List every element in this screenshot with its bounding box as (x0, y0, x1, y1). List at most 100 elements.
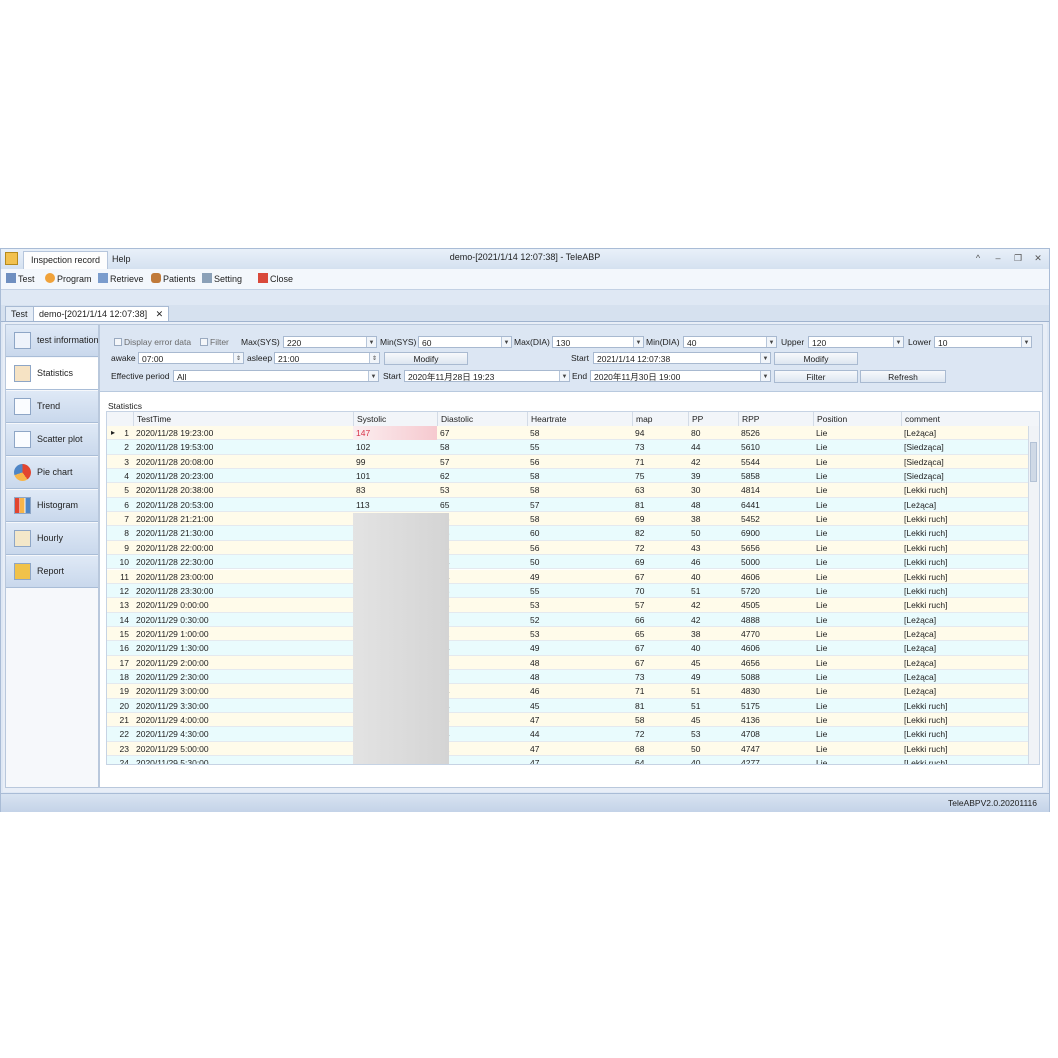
table-row[interactable]: 82020/11/28 21:30:00115656082506900Lie[L… (107, 526, 1039, 541)
table-row[interactable]: 1 2020/11/28 19:23:00 147 67 58 94 80 8526 Lie [L… (107, 426, 1039, 441)
restore-icon[interactable]: ❐ (1011, 252, 1025, 265)
cell-position: Lie (816, 442, 828, 453)
cell-heartrate: 48 (530, 671, 540, 682)
period-end-select[interactable]: 2020年11月30日 19:00 ▼ (590, 370, 771, 382)
start-datetime-select[interactable]: 2021/1/14 12:07:38 ▼ (593, 352, 771, 364)
nav-pie-chart[interactable]: Pie chart (6, 457, 98, 489)
col-comment[interactable]: comment (901, 412, 1031, 426)
table-row[interactable]: 202020/11/29 3:30:00115644581515175Lie[L… (107, 698, 1039, 713)
app-logo-icon[interactable] (5, 252, 18, 265)
cell-pp: 39 (691, 471, 701, 482)
period-start-select[interactable]: 2020年11月28日 19:23 ▼ (404, 370, 570, 382)
table-row[interactable]: 162020/11/29 1:30:0094544967404606Lie[Le… (107, 641, 1039, 656)
table-row[interactable]: 3 2020/11/28 20:08:00 99 57 56 71 42 5544 Lie [Si… (107, 454, 1039, 470)
table-row[interactable]: 212020/11/29 4:00:0088434758454136Lie[Le… (107, 713, 1039, 728)
table-row[interactable]: 242020/11/29 5:30:0091514764404277Lie[Le… (107, 756, 1039, 765)
chevron-down-icon: ▼ (366, 337, 376, 347)
table-row[interactable]: 5 2020/11/28 20:38:00 83 53 58 63 30 4814 Lie [Le… (107, 483, 1039, 498)
cell-testtime: 2020/11/28 21:21:00 (136, 514, 214, 525)
status-bar: TeleABPV2.0.20201116 (1, 793, 1049, 812)
cell-pp: 50 (691, 743, 701, 754)
retrieve-button[interactable]: Retrieve (98, 272, 144, 286)
setting-button[interactable]: Setting (202, 272, 242, 286)
program-button[interactable]: Program (45, 272, 92, 286)
cell-position: Lie (816, 700, 828, 711)
menu-inspection-record[interactable]: Inspection record (23, 251, 109, 269)
table-row[interactable]: 192020/11/29 3:00:00105544671514830Lie[L… (107, 684, 1039, 699)
cell-diastolic: 64 (437, 699, 527, 713)
nav-histogram[interactable]: Histogram (6, 490, 98, 522)
table-row[interactable]: 122020/11/28 23:30:00104535570515720Lie[… (107, 583, 1039, 599)
cell-comment: [Lekki ruch] (904, 758, 948, 765)
cell-map: 58 (635, 715, 645, 725)
table-row[interactable]: 2 2020/11/28 19:53:00 102 58 55 73 44 5610 Lie [S… (107, 440, 1039, 455)
min-sys-select[interactable]: 60 ▼ (418, 336, 512, 348)
menu-help[interactable]: Help (105, 251, 138, 268)
table-row[interactable]: 72020/11/28 21:21:0094565869385452Lie[Le… (107, 512, 1039, 527)
col-map[interactable]: map (632, 412, 688, 426)
ribbon-collapse-icon[interactable]: ^ (971, 252, 985, 265)
modify-start-button[interactable]: Modify (774, 352, 858, 365)
cell-rpp: 5544 (741, 456, 760, 467)
table-row[interactable]: 6 2020/11/28 20:53:00 113 65 57 81 48 6441 Lie [L… (107, 497, 1039, 513)
cell-position: Lie (816, 643, 828, 654)
max-sys-select[interactable]: 220 ▼ (283, 336, 377, 348)
table-row[interactable]: 102020/11/28 22:30:00100545069465000Lie[… (107, 555, 1039, 570)
table-row[interactable]: 222020/11/29 4:30:00107544472534708Lie[L… (107, 727, 1039, 742)
max-dia-select[interactable]: 130 ▼ (552, 336, 644, 348)
nav-report[interactable]: Report (6, 556, 98, 588)
table-row[interactable]: 132020/11/29 0:00:0085435357424505Lie[Le… (107, 598, 1039, 613)
col-testtime[interactable]: TestTime (133, 412, 353, 426)
vertical-scrollbar[interactable] (1028, 426, 1039, 764)
chevron-down-icon: ▼ (368, 371, 378, 381)
nav-scatter-plot[interactable]: Scatter plot (6, 424, 98, 456)
cell-testtime: 2020/11/29 1:00:00 (136, 628, 209, 639)
modify-sleep-button[interactable]: Modify (384, 352, 468, 365)
col-heartrate[interactable]: Heartrate (527, 412, 632, 426)
nav-test-information[interactable]: test information (6, 325, 99, 357)
asleep-time-input[interactable]: 21:00 ⇕ (274, 352, 380, 364)
tab-close-icon[interactable]: ✕ (156, 309, 164, 319)
cell-systolic: 101 (356, 471, 371, 482)
table-row[interactable]: 152020/11/29 1:00:0090525365384770Lie[Le… (107, 626, 1039, 642)
table-row[interactable]: 4 2020/11/28 20:23:00 101 62 58 75 39 5858 Lie [S… (107, 469, 1039, 484)
test-button[interactable]: Test (6, 272, 35, 286)
col-position[interactable]: Position (813, 412, 901, 426)
cell-heartrate: 53 (530, 628, 540, 639)
upper-select[interactable]: 120 ▼ (808, 336, 904, 348)
effective-period-select[interactable]: All ▼ (173, 370, 379, 382)
col-pp[interactable]: PP (688, 412, 738, 426)
tab-demo[interactable]: demo-[2021/1/14 12:07:38] ✕ (33, 306, 170, 321)
patients-button[interactable]: Patients (151, 272, 196, 286)
lower-select[interactable]: 10 ▼ (934, 336, 1032, 348)
col-diastolic[interactable]: Diastolic (437, 412, 527, 426)
cell-heartrate: 52 (530, 614, 540, 625)
nav-trend[interactable]: Trend (6, 391, 98, 423)
table-row[interactable]: 92020/11/28 22:00:00101585672435656Lie[L… (107, 540, 1039, 556)
filter-checkbox[interactable] (200, 338, 208, 346)
col-rpp[interactable]: RPP (738, 412, 813, 426)
minimize-icon[interactable]: – (991, 252, 1005, 265)
min-dia-select[interactable]: 40 ▼ (683, 336, 777, 348)
table-row[interactable]: 112020/11/28 23:00:0094544967404606Lie[L… (107, 569, 1039, 584)
col-systolic[interactable]: Systolic (353, 412, 437, 426)
awake-time-input[interactable]: 07:00 ⇕ (138, 352, 244, 364)
nav-statistics[interactable]: Statistics (6, 358, 98, 390)
table-row[interactable]: 182020/11/29 2:30:00106574873495088Lie[L… (107, 669, 1039, 685)
nav-hourly[interactable]: Hourly (6, 523, 98, 555)
table-row[interactable]: 172020/11/29 2:00:0097524867454656Lie[Le… (107, 655, 1039, 670)
table-row[interactable]: 142020/11/29 0:30:0094525266424888Lie[Le… (107, 612, 1039, 627)
cell-diastolic: 54 (437, 570, 527, 584)
close-button[interactable]: Close (258, 272, 293, 286)
scrollbar-thumb[interactable] (1030, 442, 1037, 482)
cell-pp: 38 (691, 514, 701, 525)
cell-diastolic: 52 (437, 613, 527, 627)
table-row[interactable]: 232020/11/29 5:00:00101514768504747Lie[L… (107, 741, 1039, 757)
display-error-checkbox[interactable] (114, 338, 122, 346)
filter-button[interactable]: Filter (774, 370, 858, 383)
close-window-icon[interactable]: ✕ (1031, 252, 1045, 265)
tab-test[interactable]: Test (5, 306, 34, 321)
cell-position: Lie (816, 657, 828, 668)
refresh-button[interactable]: Refresh (860, 370, 946, 383)
cell-position: Lie (816, 729, 828, 740)
